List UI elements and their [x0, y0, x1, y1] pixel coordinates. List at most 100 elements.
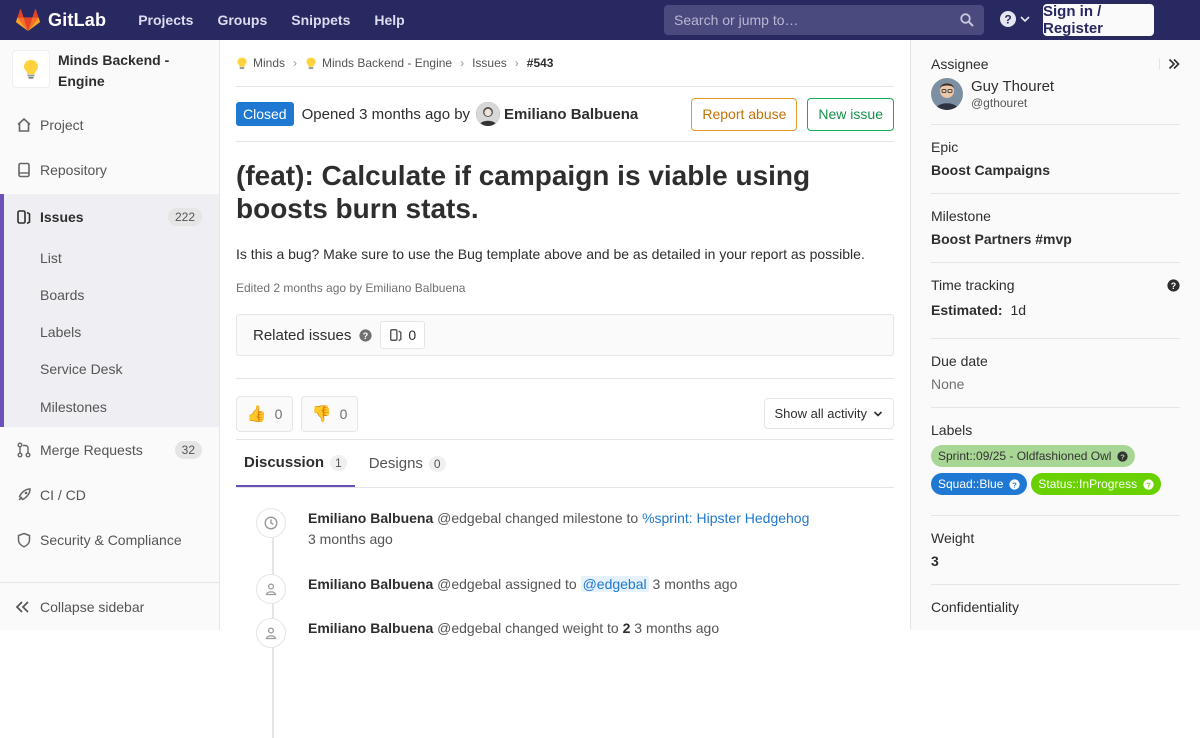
thumbs-up-icon: 👍 — [246, 405, 267, 423]
sidebar-subitem-labels[interactable]: Labels — [4, 313, 219, 350]
sidebar-item-merge-requests[interactable]: Merge Requests 32 — [0, 427, 219, 472]
sidebar-issues-section: Issues 222 List Boards Labels Service De… — [0, 194, 219, 427]
collapse-right-sidebar-button[interactable] — [1159, 58, 1180, 70]
sidebar-item-ci-cd[interactable]: CI / CD — [0, 472, 219, 517]
assignee-user[interactable]: Guy Thouret @gthouret — [931, 78, 1180, 110]
svg-text:?: ? — [1121, 452, 1126, 461]
milestone-block: Milestone Boost Partners #mvp — [931, 194, 1180, 263]
sidebar-item-security[interactable]: Security & Compliance — [0, 517, 219, 562]
report-abuse-button[interactable]: Report abuse — [691, 97, 798, 131]
sidebar-item-label: Issues — [40, 208, 84, 225]
breadcrumb-item[interactable]: Issues — [472, 56, 507, 70]
rocket-icon — [18, 487, 31, 501]
event-author[interactable]: Emiliano Balbuena — [308, 576, 433, 592]
estimated-label: Estimated: — [931, 302, 1003, 318]
sidebar-item-label: CI / CD — [40, 486, 86, 503]
double-chevron-left-icon — [16, 600, 29, 613]
thumbs-up-count: 0 — [274, 405, 283, 422]
gitlab-tanuki-icon — [16, 9, 40, 31]
chevron-right-icon: › — [460, 56, 465, 70]
event-action: assigned to — [505, 576, 577, 592]
question-icon[interactable]: ? — [1167, 278, 1180, 292]
tab-label: Discussion — [244, 454, 325, 471]
opened-text: Opened 3 months ago by — [301, 105, 471, 123]
collapse-sidebar-button[interactable]: Collapse sidebar — [0, 582, 219, 630]
sidebar-subitem-milestones[interactable]: Milestones — [4, 387, 219, 427]
nav-help[interactable]: Help — [362, 0, 416, 40]
confidentiality-label: Confidentiality — [931, 599, 1019, 615]
breadcrumb-item[interactable]: Minds — [253, 56, 285, 70]
project-avatar — [12, 50, 50, 88]
user-icon — [256, 574, 286, 604]
help-dropdown[interactable]: ? — [1000, 11, 1030, 27]
main-content: Minds › Minds Backend - Engine › Issues … — [236, 40, 894, 738]
project-name: Minds Backend - Engine — [58, 52, 170, 89]
sidebar-item-label: Repository — [40, 161, 107, 178]
event-handle[interactable]: @edgebal — [437, 620, 501, 636]
weight-block: Weight 3 — [931, 516, 1180, 585]
event-handle[interactable]: @edgebal — [437, 576, 501, 592]
author-name[interactable]: Emiliano Balbuena — [504, 106, 638, 123]
nav-snippets[interactable]: Snippets — [279, 0, 362, 40]
milestone-value[interactable]: Boost Partners #mvp — [931, 231, 1180, 247]
event-action: changed milestone to — [505, 510, 639, 526]
label-pill[interactable]: Squad::Blue ? — [931, 473, 1028, 495]
breadcrumb-item[interactable]: Minds Backend - Engine — [322, 56, 452, 70]
tab-label: Designs — [368, 455, 423, 472]
labels-label: Labels — [931, 422, 973, 438]
nav-projects[interactable]: Projects — [126, 0, 205, 40]
user-mention-link[interactable]: @edgebal — [580, 576, 649, 592]
label-pill[interactable]: Status::InProgress ? — [1031, 473, 1162, 495]
label-text: Squad::Blue — [938, 477, 1004, 491]
activity-filter-label: Show all activity — [774, 406, 867, 421]
sidebar-item-issues[interactable]: Issues 222 — [4, 194, 219, 239]
new-issue-button[interactable]: New issue — [807, 97, 894, 131]
sidebar-item-repository[interactable]: Repository — [0, 147, 219, 192]
issue-description: Is this a bug? Make sure to use the Bug … — [236, 246, 865, 262]
labels-block: Labels Sprint::09/25 - Oldfashioned Owl … — [931, 408, 1180, 516]
related-count-value: 0 — [408, 327, 417, 343]
event-handle[interactable]: @edgebal — [437, 510, 501, 526]
sidebar-subitem-list[interactable]: List — [4, 239, 219, 276]
assignee-name: Guy Thouret — [971, 78, 1055, 95]
timeline-event: Emiliano Balbuena @edgebal assigned to @… — [256, 574, 894, 604]
tab-discussion[interactable]: Discussion 1 — [236, 440, 355, 487]
label-text: Status::InProgress — [1038, 477, 1138, 491]
epic-value[interactable]: Boost Campaigns — [931, 162, 1180, 178]
timeline-event: Emiliano Balbuena @edgebal changed weigh… — [256, 618, 894, 648]
time-tracking-label: Time tracking — [931, 277, 1015, 293]
event-author[interactable]: Emiliano Balbuena — [308, 510, 433, 526]
gitlab-logo[interactable]: GitLab — [16, 0, 106, 40]
estimated-value: 1d — [1010, 302, 1027, 318]
award-emoji-bar: 👍 0 👎 0 Show all activity — [236, 378, 894, 440]
svg-text:?: ? — [1004, 13, 1011, 27]
question-icon[interactable]: ? — [359, 328, 372, 342]
tab-designs[interactable]: Designs 0 — [361, 440, 454, 487]
sidebar-subitem-service-desk[interactable]: Service Desk — [4, 350, 219, 387]
breadcrumb-item-current[interactable]: #543 — [527, 56, 554, 70]
brand-name: GitLab — [48, 9, 107, 30]
due-date-value: None — [931, 376, 965, 392]
nav-groups[interactable]: Groups — [205, 0, 279, 40]
status-badge: Closed — [236, 102, 294, 126]
event-author[interactable]: Emiliano Balbuena — [308, 620, 433, 636]
related-issues-count[interactable]: 0 — [380, 321, 426, 349]
event-time: 3 months ago — [652, 576, 738, 592]
search-input[interactable] — [674, 12, 974, 28]
avatar[interactable] — [476, 102, 501, 126]
confidentiality-block: Confidentiality — [931, 585, 1180, 615]
sidebar-subitem-boards[interactable]: Boards — [4, 276, 219, 313]
weight-label: Weight — [931, 530, 975, 546]
sign-in-button[interactable]: Sign in / Register — [1043, 3, 1154, 37]
sidebar-item-project[interactable]: Project — [0, 102, 219, 147]
related-issues-label: Related issues — [253, 326, 352, 344]
thumbs-up-button[interactable]: 👍 0 — [236, 395, 293, 432]
label-pill[interactable]: Sprint::09/25 - Oldfashioned Owl ? — [931, 445, 1136, 467]
milestone-link[interactable]: %sprint: Hipster Hedgehog — [642, 510, 809, 526]
thumbs-down-button[interactable]: 👎 0 — [301, 395, 358, 432]
activity-filter-dropdown[interactable]: Show all activity — [763, 398, 894, 429]
svg-text:?: ? — [1146, 480, 1151, 489]
search-box[interactable] — [664, 5, 984, 35]
svg-text:?: ? — [363, 330, 368, 340]
project-header[interactable]: Minds Backend - Engine — [0, 40, 219, 104]
